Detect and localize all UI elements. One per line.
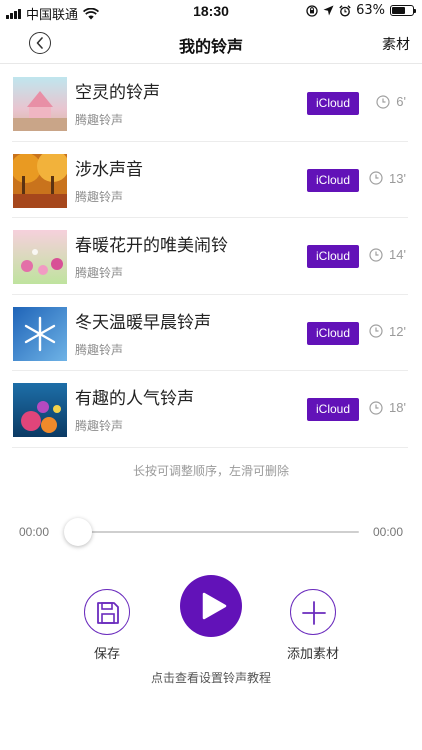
ringtone-list: 空灵的铃声 腾趣铃声 iCloud 6' 涉水声音 腾趣铃声 iCloud 13…	[0, 65, 422, 448]
thumbnail-image	[13, 306, 67, 361]
tutorial-link[interactable]: 点击查看设置铃声教程	[0, 669, 422, 686]
save-button[interactable]	[84, 589, 130, 635]
ringtone-title: 涉水声音	[75, 159, 143, 180]
duration: 14'	[369, 247, 406, 262]
progress-track[interactable]	[70, 531, 359, 533]
battery-percent: 63%	[356, 3, 385, 18]
thumbnail-image	[13, 383, 67, 437]
icloud-button[interactable]: iCloud	[307, 168, 359, 192]
duration-label: 18'	[389, 400, 406, 415]
icloud-button[interactable]: iCloud	[307, 245, 359, 268]
alarm-icon	[339, 4, 351, 16]
add-material-label: 添加素材	[286, 647, 339, 662]
duration: 6'	[376, 94, 406, 109]
ringtone-source: 腾趣铃声	[75, 113, 124, 127]
thumbnail-image	[13, 77, 67, 131]
progress-slider-handle[interactable]	[64, 518, 92, 546]
clock-icon	[369, 324, 383, 338]
list-hint: 长按可调整顺序，左滑可删除	[132, 464, 289, 478]
duration: 18'	[369, 400, 406, 415]
list-item[interactable]: 空灵的铃声 腾趣铃声 iCloud 6'	[0, 65, 422, 142]
current-time: 00:00	[19, 525, 50, 539]
duration-label: 12'	[389, 323, 406, 339]
icloud-button[interactable]: iCloud	[307, 92, 359, 115]
icloud-button[interactable]: iCloud	[307, 398, 359, 421]
duration: 12'	[369, 324, 406, 339]
ringtone-source: 腾趣铃声	[75, 266, 124, 280]
materials-button[interactable]: 素材	[382, 34, 410, 54]
duration-label: 6'	[396, 94, 406, 109]
ringtone-title: 冬天温暖早晨铃声	[75, 312, 211, 333]
lock-rotation-icon	[306, 4, 318, 17]
icloud-button[interactable]: iCloud	[307, 321, 359, 345]
play-icon	[202, 592, 227, 620]
duration-label: 13'	[389, 170, 406, 186]
clock-icon	[369, 171, 383, 185]
list-item[interactable]: 春暖花开的唯美闹铃 腾趣铃声 iCloud 14'	[0, 218, 422, 295]
status-bar: 中国联通 18:30 63%	[0, 0, 422, 24]
ringtone-source: 腾趣铃声	[75, 189, 124, 204]
battery-icon	[390, 5, 416, 16]
duration: 13'	[369, 171, 406, 186]
total-time: 00:00	[372, 525, 403, 539]
ringtone-title: 空灵的铃声	[75, 83, 160, 103]
list-item[interactable]: 涉水声音 腾趣铃声 iCloud 13'	[0, 142, 422, 219]
status-right: 63%	[306, 3, 416, 18]
duration-label: 14'	[389, 247, 406, 262]
page-title: 我的铃声	[178, 37, 243, 56]
play-button[interactable]	[180, 575, 242, 637]
ringtone-source: 腾趣铃声	[75, 342, 124, 357]
location-icon	[323, 5, 334, 16]
save-icon	[97, 602, 119, 624]
clock-icon	[369, 247, 383, 262]
clock-icon	[369, 400, 383, 415]
add-material-button[interactable]	[290, 589, 336, 635]
clock-icon	[376, 94, 390, 109]
thumbnail-image	[13, 153, 67, 208]
list-item[interactable]: 有趣的人气铃声 腾趣铃声 iCloud 18'	[0, 371, 422, 448]
plus-icon	[302, 601, 326, 625]
list-item[interactable]: 冬天温暖早晨铃声 腾趣铃声 iCloud 12'	[0, 295, 422, 372]
nav-bar: 我的铃声 素材	[0, 24, 422, 64]
ringtone-source: 腾趣铃声	[75, 419, 124, 433]
save-label: 保存	[93, 647, 120, 662]
thumbnail-image	[13, 230, 67, 284]
ringtone-title: 春暖花开的唯美闹铃	[75, 236, 228, 256]
ringtone-title: 有趣的人气铃声	[75, 389, 194, 409]
